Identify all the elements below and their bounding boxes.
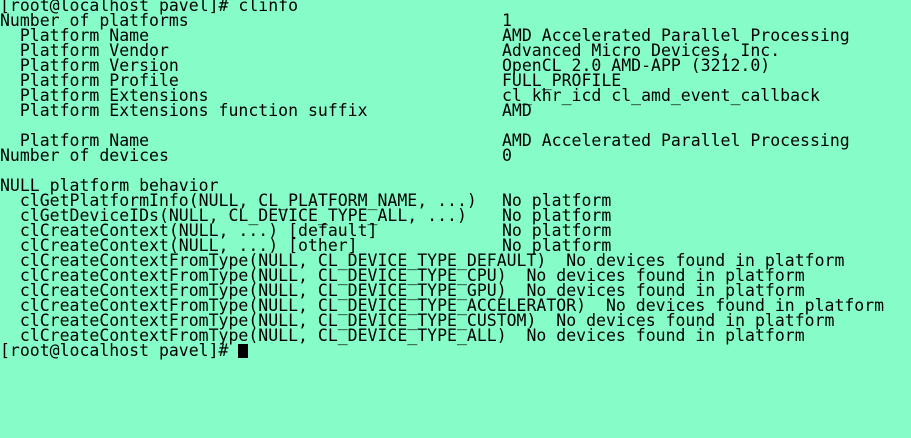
prompt-text: [root@localhost pavel]# xyxy=(0,341,239,360)
text-cursor xyxy=(238,344,249,358)
final-prompt-line[interactable]: [root@localhost pavel]# xyxy=(0,341,911,360)
terminal-window[interactable]: [root@localhost pavel]# clinfo Number of… xyxy=(0,0,911,438)
